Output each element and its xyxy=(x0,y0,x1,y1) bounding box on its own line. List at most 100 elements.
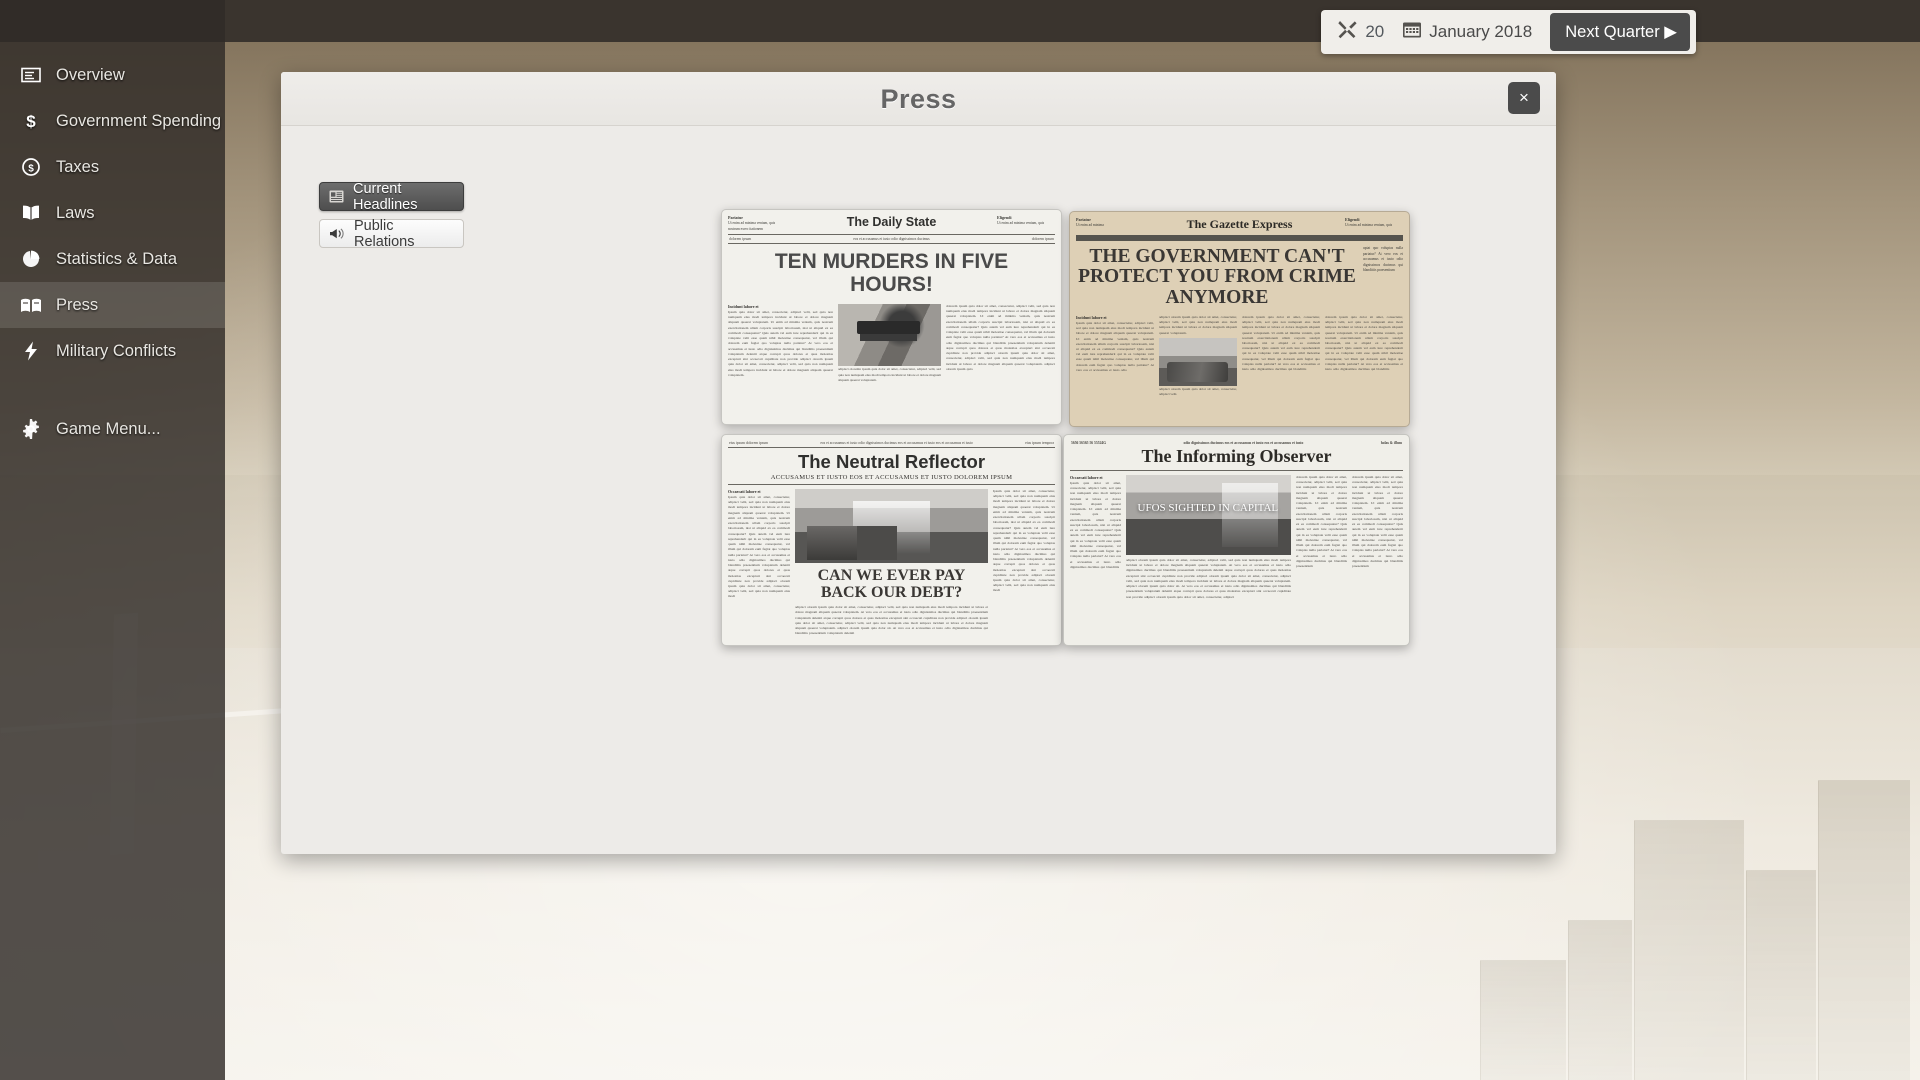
article-body-col3: dolorem ipsum quia dolor sit amet, conse… xyxy=(1242,314,1320,372)
blurb-text: Ut enim ad minima veniam, quis xyxy=(997,221,1045,226)
tank-photo xyxy=(1159,337,1237,386)
close-icon[interactable]: × xyxy=(1508,82,1540,114)
newspaper-icon xyxy=(329,189,344,205)
newspaper-card-informing-observer[interactable]: 5656 56565 56 55524G odio dignissimos du… xyxy=(1063,434,1410,646)
tools-stat: 20 xyxy=(1337,20,1384,44)
headline: CAN WE EVER PAY BACK OUR DEBT? xyxy=(817,567,966,601)
article-body: Ipsum quia dolor sit amet, consectetur, … xyxy=(728,309,833,377)
next-quarter-button[interactable]: Next Quarter ▶ xyxy=(1550,13,1690,51)
street-photo xyxy=(795,489,988,563)
city-photo: UFOS SIGHTED IN CAPITAL xyxy=(1126,475,1291,555)
tab-current-headlines[interactable]: Current Headlines xyxy=(319,180,464,213)
sidebar-item-laws[interactable]: Laws xyxy=(0,190,225,236)
newspaper-icon xyxy=(20,294,42,316)
svg-text:$: $ xyxy=(26,112,36,131)
tab-public-relations[interactable]: Public Relations xyxy=(319,217,464,250)
overview-icon xyxy=(20,64,42,86)
photo-caption: adipisci oloremn ipsum quia dolor sit am… xyxy=(838,367,941,382)
main-sidebar: Overview $ Government Spending $ Taxes L… xyxy=(0,0,225,1080)
sidebar-item-label: Game Menu... xyxy=(56,419,161,438)
headline: THE GOVERNMENT CAN'T PROTECT YOU FROM CR… xyxy=(1078,246,1356,308)
top-status-panel: 20 January 2018 Next Quarter ▶ xyxy=(1321,10,1696,54)
strip-right: holas & illum xyxy=(1380,441,1402,445)
newspaper-name: The Daily State xyxy=(846,215,937,229)
newspaper-name: The Informing Observer xyxy=(1141,446,1332,466)
article-body-right: dolorem ipsum quia dolor sit amet, conse… xyxy=(1296,475,1347,568)
megaphone-icon xyxy=(329,226,345,242)
article-body: Ipsum quia dolor sit amet, consectetur, … xyxy=(728,495,790,599)
sidebar-item-label: Statistics & Data xyxy=(56,249,178,268)
sidebar-item-label: Laws xyxy=(56,203,95,222)
sidebar-item-overview[interactable]: Overview xyxy=(0,52,225,98)
svg-text:$: $ xyxy=(28,164,34,175)
newspaper-subtitle: ACCUSAMUS ET IUSTO EOS ET ACCUSAMUS ET I… xyxy=(770,474,1013,481)
masthead-strip: 5656 56565 56 55524G odio dignissimos du… xyxy=(1070,440,1403,445)
lightning-icon xyxy=(20,340,42,362)
headline: TEN MURDERS IN FIVE HOURS! xyxy=(774,250,1009,296)
tools-value: 20 xyxy=(1365,22,1385,41)
tab-column: Current Headlines Public Relations xyxy=(281,126,466,854)
dollar-icon: $ xyxy=(20,110,42,132)
strip-left: 5656 56565 56 55524G xyxy=(1071,441,1107,445)
article-body-col2: adipisci olorem ipsum quia dolor sit ame… xyxy=(1159,314,1237,335)
calendar-icon xyxy=(1402,20,1422,44)
side-column: uptat quo voluptas nulla pariatur? At ve… xyxy=(1363,246,1403,273)
sidebar-item-press[interactable]: Press xyxy=(0,282,225,328)
masthead-strip: dolorem ipsum eos et accusamus et iusto … xyxy=(728,237,1055,241)
photo-caption: adipisci olorem ipsum quia dolor sit ame… xyxy=(1159,387,1237,397)
sidebar-item-label: Press xyxy=(56,295,99,314)
blurb-text: Ut enim ad minima veniam, quis nostrum e… xyxy=(728,221,776,231)
blurb-text: Ut enim ad minima xyxy=(1076,223,1104,228)
date-value: January 2018 xyxy=(1429,22,1533,41)
strip-left: eius ipsum dolorem ipsum xyxy=(729,441,769,445)
strip-mid: odio dignissimos ducimus eos et accusamu… xyxy=(1183,441,1304,445)
sidebar-item-game-menu[interactable]: Game Menu... xyxy=(0,406,225,452)
tab-label: Public Relations xyxy=(354,217,415,250)
article-body-right-2: dolorem ipsum quia dolor sit amet, conse… xyxy=(1352,475,1403,568)
sidebar-item-taxes[interactable]: $ Taxes xyxy=(0,144,225,190)
article-lead: Occaecati labore et xyxy=(728,489,761,494)
blurb-text: Ut enim ad minima veniam, quis xyxy=(1345,223,1393,228)
pie-chart-icon xyxy=(20,248,42,270)
gun-photo xyxy=(838,303,941,366)
sidebar-item-military-conflicts[interactable]: Military Conflicts xyxy=(0,328,225,374)
article-body-col4: dolorem ipsum quia dolor sit amet, conse… xyxy=(1325,314,1403,372)
masthead-left-blurb: Pariatur Ut enim ad minima xyxy=(1076,217,1134,229)
newspaper-name: The Neutral Reflector xyxy=(797,451,986,472)
strip-right: eius ipsum tempora xyxy=(1025,441,1054,445)
article-lead: Incidunt labore et xyxy=(728,303,759,309)
newspaper-card-gazette-express[interactable]: Pariatur Ut enim ad minima The Gazette E… xyxy=(1069,211,1410,427)
sidebar-item-statistics-data[interactable]: Statistics & Data xyxy=(0,236,225,282)
masthead-left-blurb: Pariatur Ut enim ad minima veniam, quis … xyxy=(728,215,786,232)
newspaper-card-daily-state[interactable]: Pariatur Ut enim ad minima veniam, quis … xyxy=(721,209,1062,425)
sidebar-item-label: Military Conflicts xyxy=(56,341,177,360)
book-icon xyxy=(20,202,42,224)
sidebar-item-government-spending[interactable]: $ Government Spending xyxy=(0,98,225,144)
date-stat: January 2018 xyxy=(1402,20,1532,44)
strip-mid: eos et accusamus et iusto odio dignissim… xyxy=(853,237,930,242)
strip-mid: eos et accusamus et iusto odio dignissim… xyxy=(820,441,973,445)
article-body-right: dolorem ipsum quia dolor sit amet, conse… xyxy=(946,303,1055,371)
newspaper-grid: Pariatur Ut enim ad minima veniam, quis … xyxy=(466,126,1556,854)
press-dialog: Press × Current Headlines Public Relatio… xyxy=(281,72,1556,854)
tab-label: Current Headlines xyxy=(353,180,418,213)
strip-left: dolorem ipsum xyxy=(729,237,752,242)
tools-icon xyxy=(1337,20,1358,44)
gear-icon xyxy=(20,418,42,440)
article-body-right: Ipsum quia dolor sit amet, consectetur, … xyxy=(993,489,1055,593)
masthead: Pariatur Ut enim ad minima The Gazette E… xyxy=(1076,217,1403,232)
article-body-bottom: adipisci olorem ipsum quia dolor sit ame… xyxy=(795,605,988,636)
headline: UFOS SIGHTED IN CAPITAL xyxy=(1137,502,1279,515)
article-body: Ipsum quia dolor sit amet, consectetur, … xyxy=(1070,481,1121,569)
masthead-strip: eius ipsum dolorem ipsum eos et accusamu… xyxy=(728,440,1055,445)
strip-right: dolorem ipsum xyxy=(1031,237,1054,242)
newspaper-name: The Gazette Express xyxy=(1186,217,1293,231)
sidebar-item-label: Overview xyxy=(56,65,125,84)
dialog-body: Current Headlines Public Relations Paria… xyxy=(281,126,1556,854)
newspaper-card-neutral-reflector[interactable]: eius ipsum dolorem ipsum eos et accusamu… xyxy=(721,434,1062,646)
sidebar-item-label: Taxes xyxy=(56,157,100,176)
coin-icon: $ xyxy=(20,156,42,178)
page-title: Press xyxy=(880,84,957,114)
masthead: Pariatur Ut enim ad minima veniam, quis … xyxy=(728,215,1055,232)
